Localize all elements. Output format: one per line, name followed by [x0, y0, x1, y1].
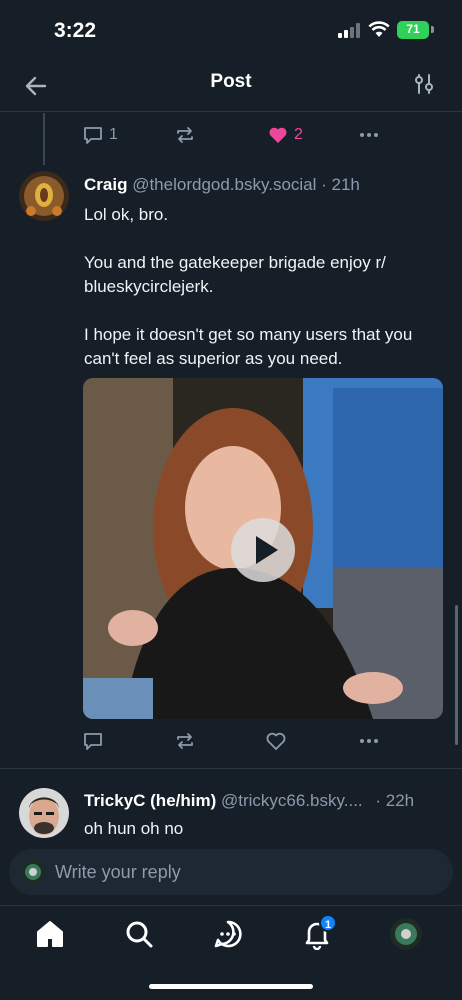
post-text: Lol ok, bro. You and the gatekeeper brig… — [84, 203, 434, 395]
avatar[interactable] — [19, 171, 69, 221]
video-embed[interactable] — [83, 378, 443, 719]
battery-icon: 71 — [397, 21, 429, 39]
search-icon[interactable] — [123, 918, 155, 950]
notification-badge: 1 — [319, 914, 337, 932]
reply-composer[interactable]: Write your reply — [9, 849, 453, 895]
author-handle[interactable]: @thelordgod.bsky.social — [132, 175, 316, 194]
repost-button[interactable] — [174, 122, 196, 148]
like-button[interactable]: 2 — [267, 122, 303, 148]
reply-button[interactable] — [82, 728, 104, 754]
home-icon[interactable] — [34, 918, 66, 950]
wifi-icon — [368, 21, 390, 37]
post-header: TrickyC (he/him) @trickyc66.bsky.... · 2… — [84, 791, 414, 811]
reply-button[interactable]: 1 — [82, 122, 118, 148]
repost-icon — [177, 127, 193, 143]
prev-post-actions: 1 2 — [82, 122, 382, 148]
heart-icon — [269, 127, 287, 143]
post-text: oh hun oh no — [84, 819, 184, 838]
post-actions — [82, 728, 382, 754]
status-time: 3:22 — [54, 19, 97, 42]
more-button[interactable] — [358, 122, 380, 148]
post-paragraph: I hope it doesn't get so many users that… — [84, 325, 413, 368]
reply-icon — [84, 127, 102, 144]
reply-count: 1 — [109, 126, 118, 143]
like-count: 2 — [294, 126, 303, 143]
post-paragraph: Lol ok, bro. — [84, 205, 169, 224]
post-header: Craig @thelordgod.bsky.social · 21h — [84, 175, 360, 195]
like-button[interactable] — [265, 728, 287, 754]
repost-icon — [177, 733, 193, 749]
reply-input-placeholder[interactable]: Write your reply — [55, 862, 181, 883]
thread-line — [43, 113, 45, 165]
avatar[interactable] — [19, 788, 69, 838]
author-handle[interactable]: @trickyc66.bsky.... — [221, 791, 363, 810]
top-header: Post — [0, 60, 462, 112]
chat-icon[interactable] — [212, 918, 244, 950]
heart-icon — [266, 732, 286, 750]
post-paragraph: You and the gatekeeper brigade enjoy r/ … — [84, 253, 386, 296]
post-time: · 22h — [375, 791, 415, 810]
more-icon — [360, 739, 378, 743]
sliders-icon[interactable] — [412, 72, 436, 96]
avatar — [21, 860, 45, 884]
battery-level: 71 — [406, 22, 420, 36]
more-button[interactable] — [358, 728, 380, 754]
battery-cap — [431, 26, 434, 33]
status-bar: 3:22 71 — [0, 0, 462, 60]
thread-feed[interactable]: 1 2 Craig @thelordgod.bsky.social · 21h … — [0, 113, 462, 838]
scrollbar[interactable] — [455, 605, 458, 745]
post-time: · 21h — [321, 175, 360, 194]
repost-button[interactable] — [174, 728, 196, 754]
author-name[interactable]: Craig — [84, 175, 127, 194]
cell-signal-icon — [338, 22, 362, 38]
more-icon — [360, 133, 378, 137]
avatar[interactable] — [390, 918, 422, 950]
page-title: Post — [210, 71, 252, 92]
divider — [0, 768, 462, 769]
reply-icon — [84, 733, 102, 750]
author-name[interactable]: TrickyC (he/him) — [84, 791, 216, 810]
home-indicator — [149, 984, 313, 989]
play-icon[interactable] — [231, 518, 295, 582]
